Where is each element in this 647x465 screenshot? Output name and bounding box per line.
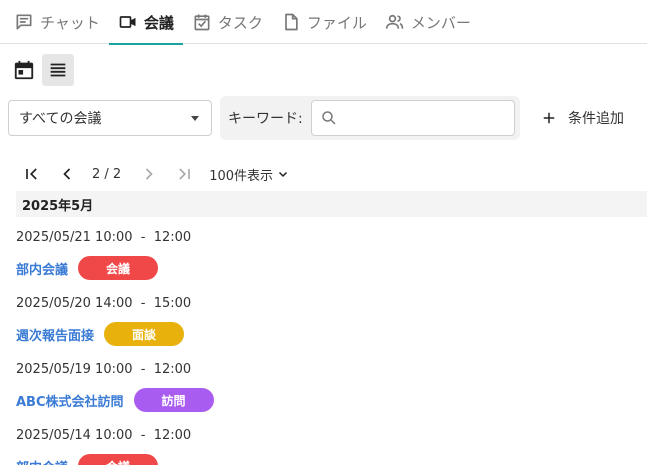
keyword-input-wrapper[interactable] [310,100,515,136]
meeting-item: 2025/05/14 10:00 - 12:00 部内会議 会議 [16,426,191,465]
meeting-filter-select[interactable]: すべての会議 [8,100,212,136]
tab-members-label: メンバー [410,13,471,32]
meeting-item: 2025/05/19 10:00 - 12:00 ABC株式会社訪問 訪問 [16,360,214,412]
keyword-label: キーワード: [228,111,303,127]
chevron-left-icon [63,168,71,180]
keyword-search-group: キーワード: [220,96,520,140]
pagination: 2 / 2 100件表示 [20,162,289,186]
meeting-filter-value: すべての会議 [19,111,102,127]
search-icon [321,111,336,125]
meeting-time: 2025/05/21 10:00 - 12:00 [16,230,192,245]
chevron-right-icon [146,168,153,180]
tab-tasks-label: タスク [217,13,263,32]
meeting-type-badge: 訪問 [133,388,214,412]
tab-meetings-label: 会議 [143,13,174,32]
meeting-type-badge: 会議 [78,454,159,465]
last-page-icon [179,168,191,180]
view-toggle [8,54,74,86]
per-page-value: 100件表示 [209,168,274,184]
task-calendar-check-icon [194,14,210,31]
meeting-type-badge: 会議 [78,256,159,280]
next-page-button[interactable] [137,162,161,186]
previous-page-button[interactable] [55,162,79,186]
tab-tasks[interactable]: タスク [183,0,272,44]
chat-icon [16,14,32,30]
first-page-icon [26,168,37,180]
tab-files[interactable]: ファイル [272,0,376,44]
people-icon [385,14,404,29]
per-page-select[interactable]: 100件表示 [209,165,289,184]
list-view-button[interactable] [42,54,74,86]
meeting-title-link[interactable]: 週次報告面接 [16,325,94,344]
month-group-header: 2025年5月 [16,191,647,217]
first-page-button[interactable] [20,162,44,186]
meeting-item: 2025/05/20 14:00 - 15:00 週次報告面接 面談 [16,294,191,346]
tab-meetings[interactable]: 会議 [108,0,183,45]
chevron-down-icon [278,171,288,178]
page-indicator: 2 / 2 [92,166,122,182]
meeting-title-link[interactable]: 部内会議 [16,259,68,278]
video-camera-icon [119,16,136,28]
meeting-time: 2025/05/14 10:00 - 12:00 [16,428,192,443]
add-condition-button[interactable]: 条件追加 [540,106,624,130]
calendar-view-button[interactable] [8,54,40,86]
keyword-input[interactable] [341,110,502,126]
meeting-time: 2025/05/19 10:00 - 12:00 [16,362,192,377]
file-icon [285,13,298,31]
tab-members[interactable]: メンバー [376,0,480,44]
dropdown-caret-icon [191,115,199,121]
meeting-type-badge: 面談 [104,322,185,346]
tab-chat-label: チャット [40,13,100,32]
meeting-title-link[interactable]: ABC株式会社訪問 [16,391,124,410]
meeting-title-link[interactable]: 部内会議 [16,457,68,465]
calendar-icon [14,60,34,80]
add-condition-label: 条件追加 [568,111,624,127]
plus-icon [543,112,555,124]
last-page-button[interactable] [172,162,196,186]
tab-chat[interactable]: チャット [0,0,109,44]
meeting-item: 2025/05/21 10:00 - 12:00 部内会議 会議 [16,228,191,280]
list-icon [50,63,66,77]
meeting-time: 2025/05/20 14:00 - 15:00 [16,296,192,311]
tab-bar: チャット 会議 タスク ファイル メンバー [0,0,647,45]
tab-files-label: ファイル [306,13,367,32]
